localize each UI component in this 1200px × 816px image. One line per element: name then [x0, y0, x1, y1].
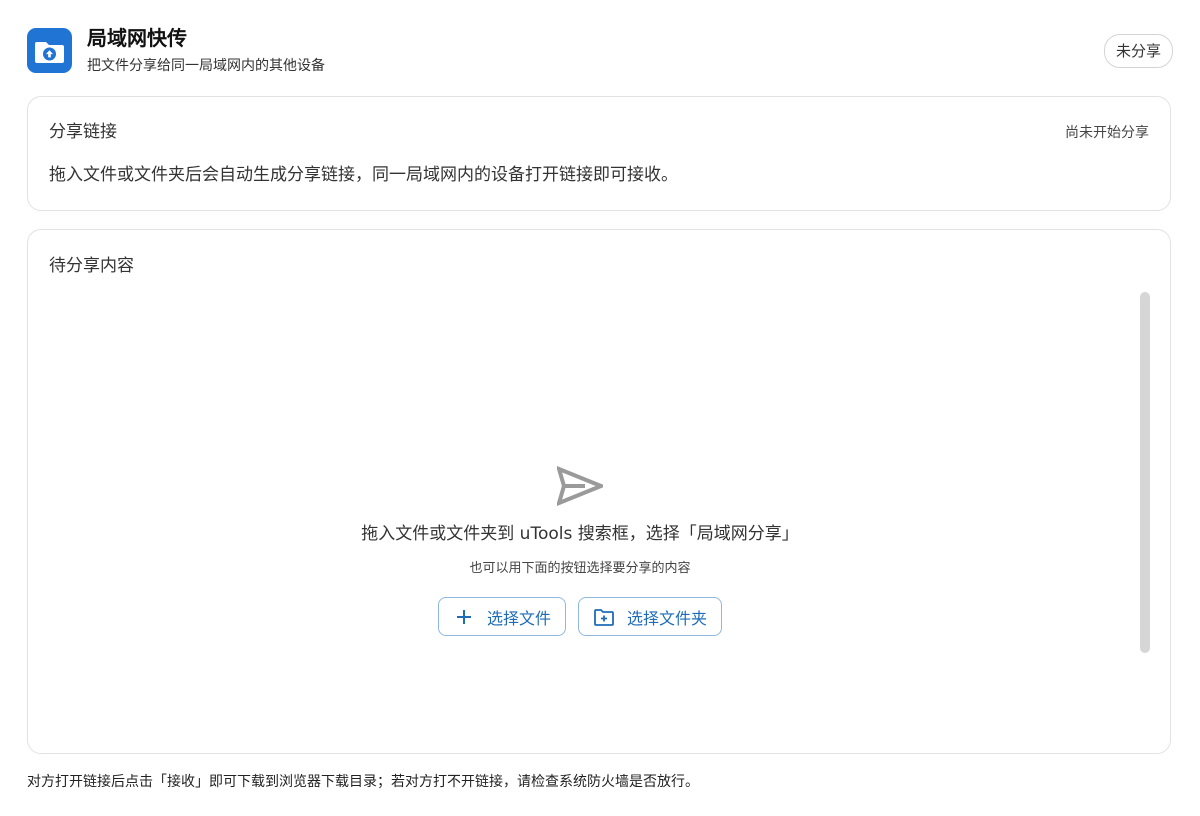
empty-state-hint: 也可以用下面的按钮选择要分享的内容: [469, 561, 691, 576]
send-icon: [557, 466, 603, 506]
pending-content-title: 待分享内容: [49, 256, 134, 276]
folder-add-icon: [593, 606, 615, 628]
select-buttons: 选择文件 选择文件夹: [28, 597, 1132, 636]
select-folder-button[interactable]: 选择文件夹: [578, 597, 723, 636]
select-file-button[interactable]: 选择文件: [437, 597, 566, 636]
select-folder-label: 选择文件夹: [627, 608, 708, 628]
folder-upload-icon: [27, 28, 72, 73]
app-header: 局域网快传 把文件分享给同一局域网内的其他设备 未分享: [27, 25, 1173, 77]
share-status-badge: 未分享: [1103, 34, 1173, 68]
empty-state: 拖入文件或文件夹到 uTools 搜索框，选择「局域网分享」 也可以用下面的按钮…: [28, 466, 1132, 636]
empty-state-message: 拖入文件或文件夹到 uTools 搜索框，选择「局域网分享」: [361, 524, 799, 544]
share-link-description: 拖入文件或文件夹后会自动生成分享链接，同一局域网内的设备打开链接即可接收。: [49, 165, 678, 185]
select-file-label: 选择文件: [486, 608, 551, 628]
share-link-card: 分享链接 尚未开始分享 拖入文件或文件夹后会自动生成分享链接，同一局域网内的设备…: [27, 96, 1171, 211]
share-link-status: 尚未开始分享: [1065, 125, 1149, 141]
scrollbar[interactable]: [1140, 292, 1150, 653]
pending-content-card: 待分享内容 拖入文件或文件夹到 uTools 搜索框，选择「局域网分享」 也可以…: [27, 229, 1171, 754]
share-link-title: 分享链接: [49, 122, 117, 142]
app-title: 局域网快传: [87, 26, 187, 50]
app-window: 局域网快传 把文件分享给同一局域网内的其他设备 未分享 分享链接 尚未开始分享 …: [0, 0, 1200, 816]
footer-note: 对方打开链接后点击「接收」即可下载到浏览器下载目录；若对方打不开链接，请检查系统…: [27, 774, 699, 790]
plus-icon: [453, 606, 475, 628]
app-subtitle: 把文件分享给同一局域网内的其他设备: [87, 58, 325, 74]
